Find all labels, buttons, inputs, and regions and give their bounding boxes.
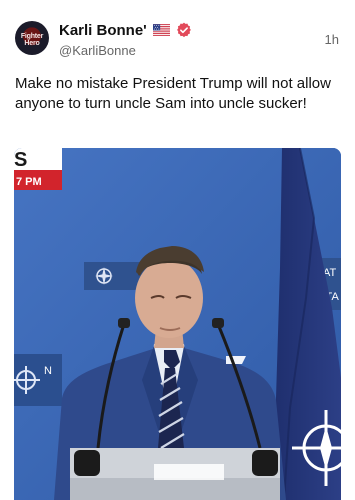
podium [70, 448, 280, 500]
video-frame: S 7 PM N NAT OTA [14, 148, 341, 500]
avatar[interactable]: Fighter Hero [15, 21, 49, 55]
post-text: Make no mistake President Trump will not… [15, 75, 331, 112]
banner-line1: S [14, 149, 27, 171]
news-banner: S 7 PM [14, 148, 62, 190]
post-video[interactable]: S 7 PM N NAT OTA [14, 148, 341, 500]
author-handle[interactable]: @KarliBonne [59, 43, 136, 58]
author-row: Karli Bonne' [59, 21, 192, 39]
nato-sign-left-text: N [44, 365, 52, 377]
banner-line2: 7 PM [16, 176, 42, 188]
nato-sign-left: N [14, 354, 62, 406]
post-timestamp[interactable]: 1h [325, 32, 339, 47]
us-flag-icon [152, 24, 170, 36]
verified-badge-icon [176, 22, 191, 38]
author-name[interactable]: Karli Bonne' [59, 22, 147, 39]
post-header: Fighter Hero Karli Bonne' @KarliBonne 1h [0, 0, 355, 70]
avatar-text: Fighter Hero [20, 33, 44, 47]
